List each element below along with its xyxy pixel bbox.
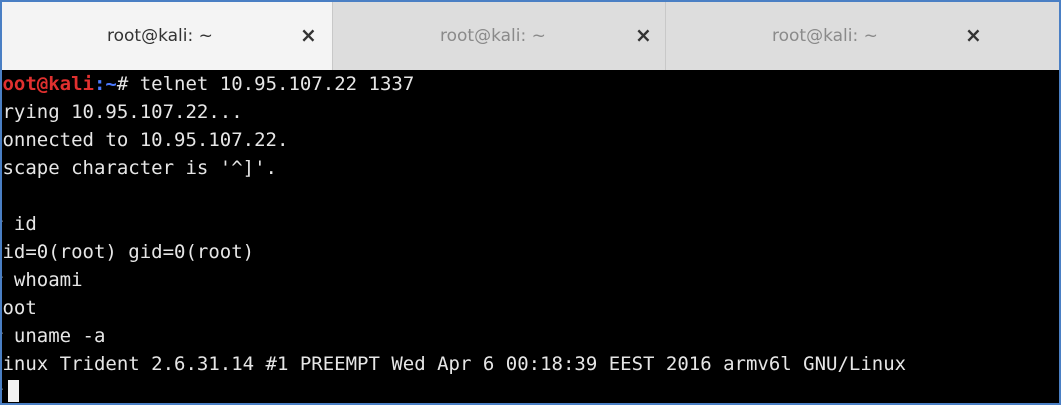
- prompt-line: root@kali:~# telnet 10.95.107.22 1337: [2, 70, 414, 98]
- output-line: Trying 10.95.107.22...: [2, 101, 243, 123]
- close-tab-icon[interactable]: ×: [965, 23, 982, 47]
- close-tab-icon[interactable]: ×: [300, 23, 317, 47]
- tab-root-kali-3[interactable]: root@kali: ~ ×: [665, 2, 1059, 70]
- output-line: Linux Trident 2.6.31.14 #1 PREEMPT Wed A…: [2, 353, 907, 375]
- output-line: # id: [2, 213, 37, 235]
- prompt-symbol: #: [116, 73, 140, 95]
- prompt-user-host: root@kali: [2, 73, 94, 95]
- output-line: root: [2, 297, 37, 319]
- current-prompt-line[interactable]: #: [2, 378, 20, 403]
- command-text: telnet 10.95.107.22 1337: [139, 73, 415, 95]
- terminal-output[interactable]: root@kali:~# telnet 10.95.107.22 1337 Tr…: [2, 70, 1059, 403]
- output-line: uid=0(root) gid=0(root): [2, 241, 255, 263]
- output-line: # whoami: [2, 269, 83, 291]
- output-line: # uname -a: [2, 325, 106, 347]
- tab-root-kali-1[interactable]: root@kali: ~ ×: [2, 2, 332, 70]
- text-cursor: [8, 380, 20, 402]
- tab-title: root@kali: ~: [107, 26, 213, 46]
- tab-root-kali-2[interactable]: root@kali: ~ ×: [332, 2, 665, 70]
- prompt-path: :~: [93, 73, 117, 95]
- output-line: Escape character is '^]'.: [2, 157, 277, 179]
- tab-title: root@kali: ~: [440, 26, 546, 46]
- terminal-window: root@kali: ~ × root@kali: ~ × root@kali:…: [0, 0, 1061, 405]
- tab-bar: root@kali: ~ × root@kali: ~ × root@kali:…: [2, 2, 1059, 70]
- close-tab-icon[interactable]: ×: [635, 23, 652, 47]
- tab-title: root@kali: ~: [772, 26, 878, 46]
- output-line: Connected to 10.95.107.22.: [2, 129, 289, 151]
